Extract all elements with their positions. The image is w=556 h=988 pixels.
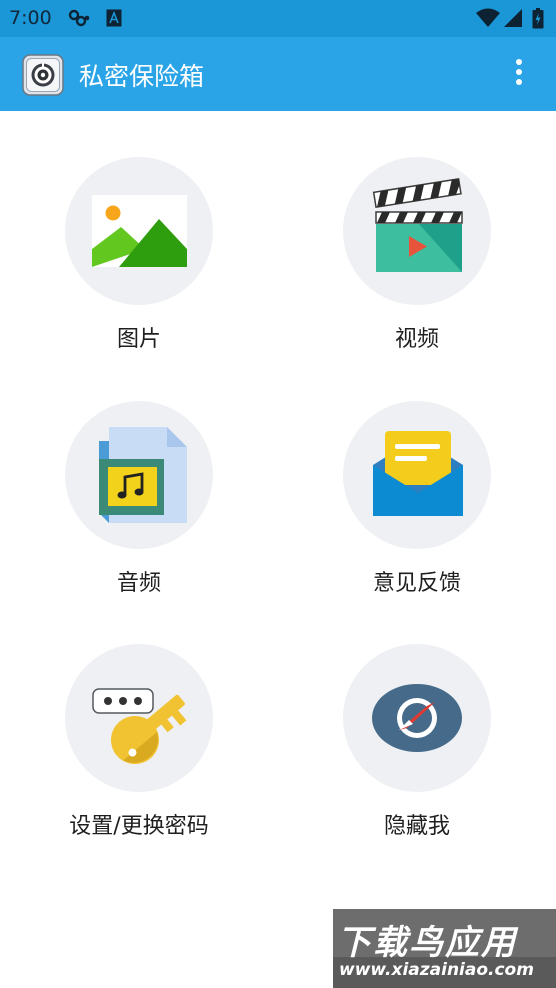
tile-label: 隐藏我 xyxy=(383,814,450,839)
watermark-url: www.xiazainiao.com xyxy=(339,960,534,980)
tile-label: 音频 xyxy=(116,571,161,596)
tile-label: 意见反馈 xyxy=(372,571,461,596)
app-title: 私密保险箱 xyxy=(79,62,205,91)
tile-pictures[interactable]: 图片 xyxy=(18,157,258,377)
battery-icon xyxy=(532,8,544,33)
tile-label: 设置/更换密码 xyxy=(69,814,209,839)
overflow-menu-icon[interactable] xyxy=(506,57,532,93)
watermark-logo: 下载鸟应用 www.xiazainiao.com xyxy=(333,909,556,988)
status-time: 7:00 xyxy=(9,7,52,29)
status-bar: 7:00 xyxy=(0,0,556,37)
link-notification-icon xyxy=(68,9,92,31)
tile-video[interactable]: 视频 xyxy=(296,157,536,377)
clapperboard-icon xyxy=(343,157,491,305)
compass-icon xyxy=(343,644,491,792)
wifi-icon xyxy=(476,8,500,32)
cellular-signal-icon xyxy=(503,8,523,32)
tile-label: 图片 xyxy=(116,327,161,352)
tile-change-password[interactable]: 设置/更换密码 xyxy=(18,644,258,864)
app-notification-icon xyxy=(106,9,122,31)
app-bar: 私密保险箱 xyxy=(0,37,556,111)
tile-hide-me[interactable]: 隐藏我 xyxy=(296,644,536,864)
envelope-icon xyxy=(343,401,491,549)
tile-label: 视频 xyxy=(394,327,439,352)
tile-audio[interactable]: 音频 xyxy=(18,401,258,621)
safe-app-icon xyxy=(22,54,64,100)
music-file-icon xyxy=(65,401,213,549)
picture-icon xyxy=(65,157,213,305)
tile-feedback[interactable]: 意见反馈 xyxy=(296,401,536,621)
watermark-title: 下载鸟应用 xyxy=(337,923,517,963)
key-password-icon xyxy=(65,644,213,792)
